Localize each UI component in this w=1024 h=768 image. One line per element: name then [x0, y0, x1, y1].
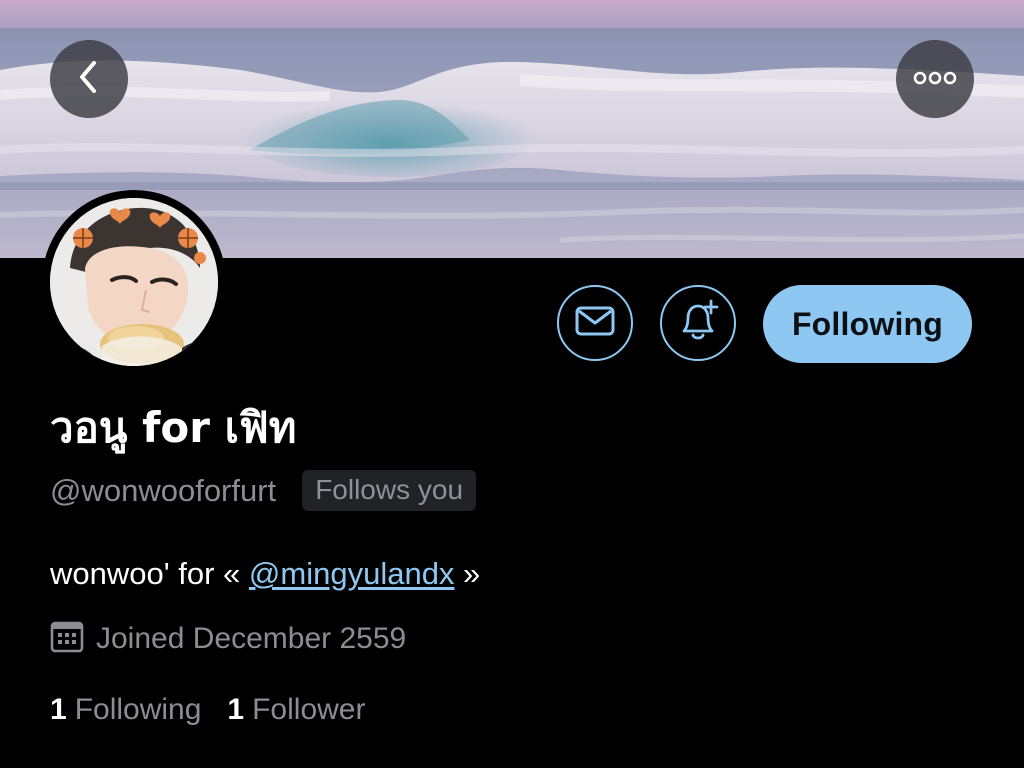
followers-label: Follower: [252, 693, 366, 726]
followers-stat[interactable]: 1 Follower: [227, 690, 365, 730]
more-options-button[interactable]: [896, 40, 974, 118]
calendar-icon: [50, 620, 84, 658]
display-name: วอนู for เฟิท: [50, 403, 297, 452]
following-button[interactable]: Following: [763, 285, 972, 363]
bio: wonwoo' for « @mingyulandx »: [50, 553, 480, 595]
bell-plus-icon: [675, 298, 721, 348]
profile-screen: Following วอนู for เฟิท @wonwooforfurt F…: [0, 0, 1024, 768]
followers-count: 1: [227, 693, 245, 726]
following-label: Following: [74, 693, 202, 726]
avatar[interactable]: [42, 190, 226, 374]
follows-you-badge: Follows you: [302, 470, 477, 511]
following-stat[interactable]: 1 Following: [50, 690, 201, 730]
user-handle: @wonwooforfurt: [50, 472, 277, 508]
avatar-image: [50, 198, 218, 366]
message-button[interactable]: [557, 285, 633, 361]
joined-row: Joined December 2559: [50, 619, 406, 659]
chevron-left-icon: [74, 59, 104, 99]
notifications-button[interactable]: [660, 285, 736, 361]
handle-row: @wonwooforfurt Follows you: [50, 470, 477, 511]
back-button[interactable]: [50, 40, 128, 118]
joined-date: Joined December 2559: [96, 622, 407, 655]
bio-text-prefix: wonwoo' for «: [50, 556, 249, 591]
following-button-label: Following: [791, 305, 944, 342]
bio-mention-link[interactable]: @mingyulandx: [249, 556, 455, 591]
following-count: 1: [50, 693, 67, 726]
more-horizontal-icon: [913, 70, 957, 89]
stats-row: 1 Following 1 Follower: [50, 690, 365, 730]
envelope-icon: [575, 305, 615, 341]
bio-text-suffix: »: [454, 556, 481, 591]
